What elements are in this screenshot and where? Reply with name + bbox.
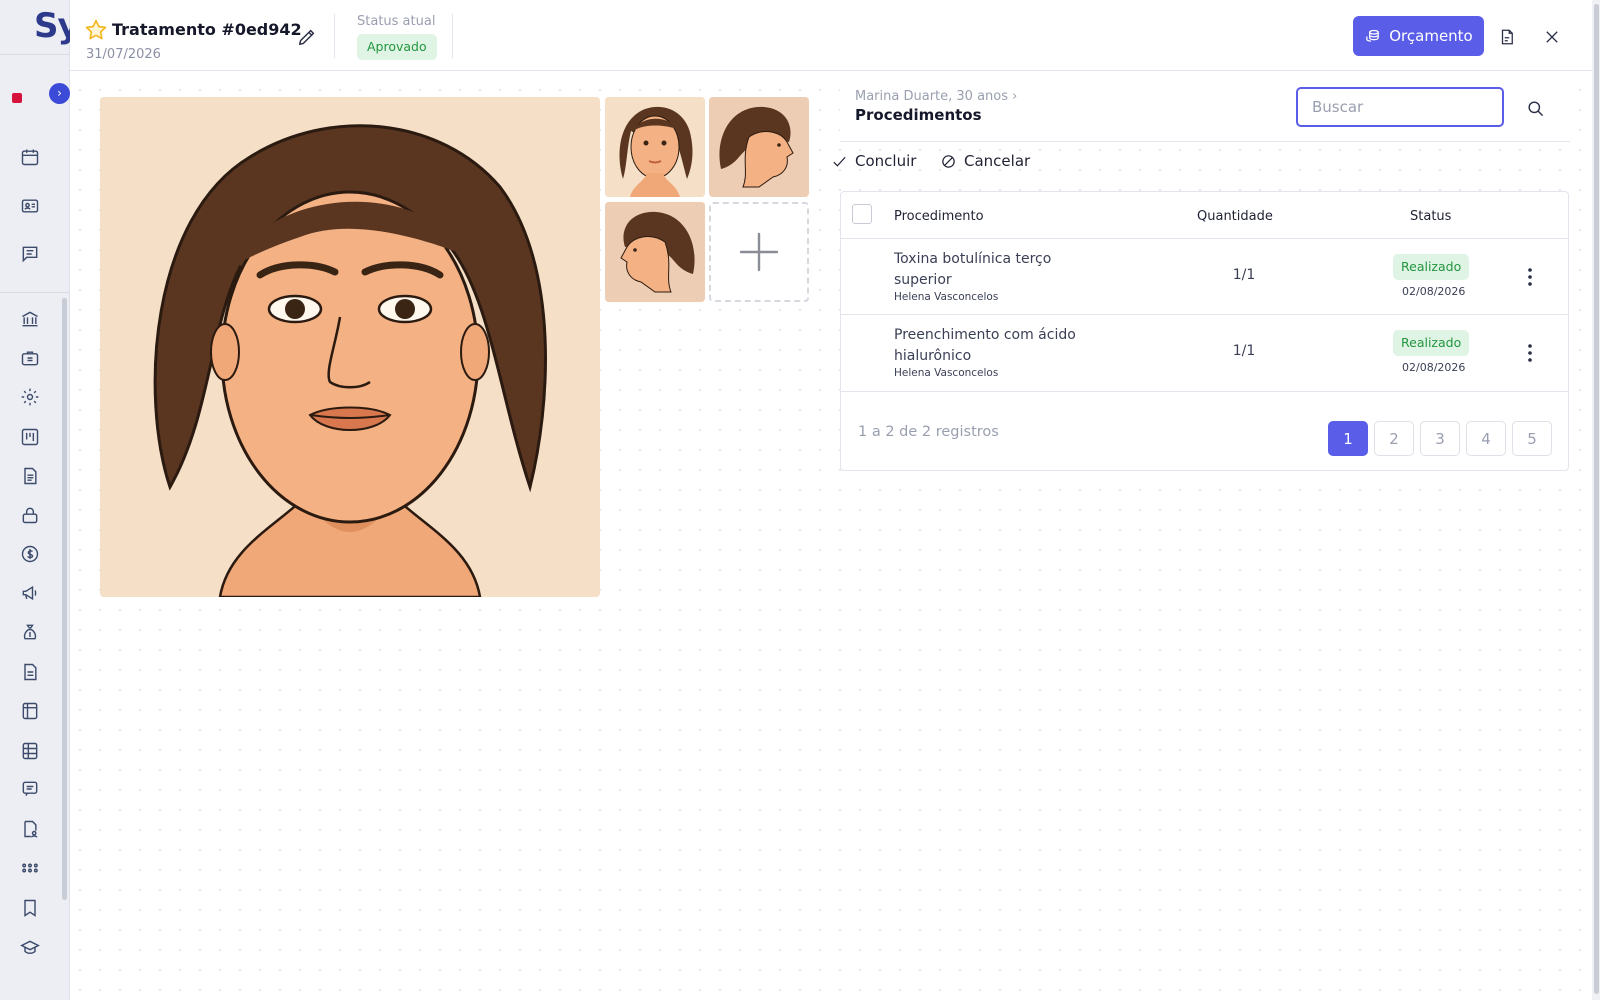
face-left-profile-thumb (605, 202, 705, 302)
more-options-icon[interactable] (1520, 265, 1540, 289)
sidebar-expand-button[interactable]: › (49, 83, 70, 104)
select-all-checkbox[interactable] (852, 204, 872, 224)
procedure-status-badge: Realizado (1393, 254, 1470, 280)
procedure-doctor: Helena Vasconcelos (894, 367, 999, 379)
treatment-title: Tratamento #0ed942 (112, 20, 302, 39)
patient-file-icon[interactable] (19, 818, 41, 840)
megaphone-icon[interactable] (19, 582, 41, 604)
breadcrumb-chevron: › (1012, 89, 1018, 104)
plus-icon (739, 232, 779, 272)
table-row[interactable]: Toxina botulínica terço superior Helena … (841, 238, 1568, 315)
more-options-icon[interactable] (1520, 341, 1540, 365)
main-patient-photo[interactable] (100, 97, 600, 597)
column-header-quantity[interactable]: Quantidade (1197, 209, 1273, 224)
budget-button[interactable]: Orçamento (1353, 16, 1484, 56)
gear-icon[interactable] (19, 386, 41, 408)
coins-icon (1366, 29, 1380, 42)
app-sidebar: Sy › (0, 0, 80, 1000)
table-row[interactable]: Preenchimento com ácido hialurônico Hele… (841, 314, 1568, 391)
procedure-status-badge: Realizado (1393, 330, 1470, 356)
cancel-action[interactable]: Cancelar (940, 152, 1030, 170)
budget-button-label: Orçamento (1389, 27, 1473, 45)
calendar-icon[interactable] (19, 146, 41, 168)
document-icon[interactable] (1496, 26, 1518, 48)
lock-icon[interactable] (19, 504, 41, 526)
star-icon[interactable] (84, 18, 108, 42)
complete-action[interactable]: Concluir (831, 152, 916, 170)
kanban-icon[interactable] (19, 426, 41, 448)
procedure-name: Toxina botulínica terço superior (894, 251, 1052, 288)
procedure-name: Preenchimento com ácido hialurônico (894, 327, 1076, 364)
app-topbar-divider (0, 54, 70, 55)
search-icon[interactable] (1523, 96, 1547, 120)
report-icon[interactable] (19, 661, 41, 683)
id-card-icon[interactable] (19, 195, 41, 217)
complete-action-label: Concluir (855, 152, 917, 170)
procedure-quantity: 1/1 (1232, 267, 1256, 283)
page-button-3[interactable]: 3 (1420, 421, 1460, 456)
cancel-action-label: Cancelar (964, 152, 1031, 170)
book-icon[interactable] (19, 897, 41, 919)
document-icon[interactable] (19, 465, 41, 487)
face-right-profile-thumb (709, 97, 809, 197)
face-front-illustration (100, 97, 600, 597)
sidebar-divider (0, 292, 70, 293)
add-photo-button[interactable] (709, 202, 809, 302)
procedure-quantity: 1/1 (1232, 343, 1256, 359)
money-bag-icon[interactable] (19, 621, 41, 643)
thumbnail-left-profile-photo[interactable] (605, 202, 705, 302)
search-input[interactable] (1296, 87, 1504, 127)
panel-divider (840, 141, 1570, 142)
page-scrollbar[interactable] (1594, 4, 1599, 994)
status-badge: Aprovado (357, 34, 437, 60)
briefcase-icon[interactable] (19, 347, 41, 369)
page-button-4[interactable]: 4 (1466, 421, 1506, 456)
bank-icon[interactable] (19, 308, 41, 330)
modal-header: Tratamento #0ed942 31/07/2026 Status atu… (70, 0, 1592, 71)
page-button-5[interactable]: 5 (1512, 421, 1552, 456)
dollar-icon[interactable] (19, 543, 41, 565)
pencil-icon[interactable] (296, 26, 318, 48)
column-header-procedure[interactable]: Procedimento (894, 209, 984, 224)
header-divider (334, 14, 335, 58)
thumbnail-front-photo[interactable] (605, 97, 705, 197)
close-icon[interactable] (1541, 26, 1563, 48)
records-count: 1 a 2 de 2 registros (858, 424, 999, 440)
apps-grid-icon[interactable] (19, 857, 41, 879)
breadcrumb[interactable]: Marina Duarte, 30 anos › (855, 89, 1017, 104)
sidebar-scrollbar[interactable] (62, 298, 67, 900)
table-footer-divider (841, 391, 1568, 392)
ledger-icon[interactable] (19, 700, 41, 722)
page-button-2[interactable]: 2 (1374, 421, 1414, 456)
breadcrumb-patient[interactable]: Marina Duarte, 30 anos (855, 89, 1008, 104)
treatment-modal: Tratamento #0ed942 31/07/2026 Status atu… (70, 0, 1592, 1000)
status-label: Status atual (357, 14, 436, 29)
spreadsheet-icon[interactable] (19, 740, 41, 762)
chat-list-icon[interactable] (19, 778, 41, 800)
column-header-status[interactable]: Status (1410, 209, 1451, 224)
panel-title: Procedimentos (855, 106, 982, 124)
thumbnail-right-profile-photo[interactable] (709, 97, 809, 197)
procedure-doctor: Helena Vasconcelos (894, 291, 999, 303)
check-icon (833, 156, 846, 167)
procedure-date: 02/08/2026 (1402, 361, 1466, 374)
notification-dot (12, 93, 22, 103)
message-icon[interactable] (19, 243, 41, 265)
ban-icon (942, 154, 955, 168)
treatment-date: 31/07/2026 (86, 47, 161, 62)
procedures-table: Procedimento Quantidade Status Toxina bo… (840, 191, 1569, 471)
face-front-thumb (605, 97, 705, 197)
procedure-date: 02/08/2026 (1402, 285, 1466, 298)
header-divider (452, 14, 453, 58)
graduation-cap-icon[interactable] (19, 937, 41, 959)
page-button-1[interactable]: 1 (1328, 421, 1368, 456)
